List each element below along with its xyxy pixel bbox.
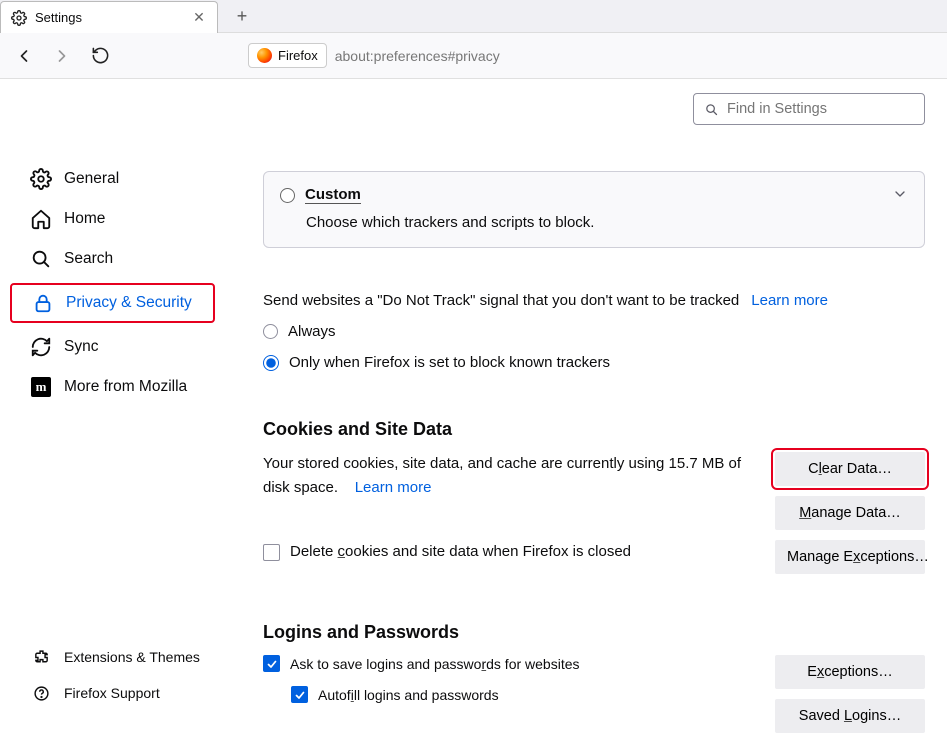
sidebar-item-search[interactable]: Search [10,239,245,279]
chevron-down-icon[interactable] [892,186,908,205]
radio-icon[interactable] [263,324,278,339]
search-icon [704,102,719,117]
sidebar-label: Privacy & Security [66,294,192,312]
autofill-logins[interactable]: Autofill logins and passwords [291,686,755,703]
logins-heading: Logins and Passwords [263,622,925,643]
sidebar-label: Sync [64,338,98,356]
settings-search[interactable] [693,93,925,125]
search-icon [30,248,52,270]
cookies-learn-link[interactable]: Learn more [355,479,432,496]
close-icon[interactable]: ✕ [191,9,207,26]
puzzle-icon [32,648,50,666]
settings-search-input[interactable] [727,101,914,117]
clear-data-button[interactable]: Clear Data… [775,452,925,486]
saved-logins-button[interactable]: Saved Logins… [775,699,925,733]
sidebar-label: More from Mozilla [64,378,187,396]
settings-sidebar: General Home Search Privacy & Security S… [0,79,245,721]
identity-chip[interactable]: Firefox [248,43,327,68]
url-bar[interactable]: Firefox about:preferences#privacy [248,40,500,72]
sidebar-item-privacy-security[interactable]: Privacy & Security [10,283,215,323]
custom-desc: Choose which trackers and scripts to blo… [306,214,884,231]
checkbox-label: Autofill logins and passwords [318,687,499,703]
identity-label: Firefox [278,48,318,63]
sidebar-item-more-mozilla[interactable]: m More from Mozilla [10,367,245,407]
radio-icon[interactable] [280,188,295,203]
tab-bar: Settings ✕ + [0,0,947,33]
home-icon [30,208,52,230]
sidebar-label: General [64,170,119,188]
browser-tab-settings[interactable]: Settings ✕ [0,1,218,33]
logins-exceptions-button[interactable]: Exceptions… [775,655,925,689]
checkbox-icon[interactable] [263,544,280,561]
checkbox-label: Delete cookies and site data when Firefo… [290,540,631,564]
dnt-always-option[interactable]: Always [263,323,925,340]
tab-title: Settings [35,10,183,25]
checkbox-checked-icon[interactable] [291,686,308,703]
sidebar-label: Firefox Support [64,685,160,701]
gear-icon [11,10,27,26]
cookies-heading: Cookies and Site Data [263,419,925,440]
gear-icon [30,168,52,190]
forward-icon[interactable] [52,46,72,66]
back-icon[interactable] [14,46,34,66]
new-tab-button[interactable]: + [228,6,256,27]
radio-icon[interactable] [263,355,279,371]
delete-cookies-on-close[interactable]: Delete cookies and site data when Firefo… [263,540,755,564]
dnt-text: Send websites a "Do Not Track" signal th… [263,292,739,309]
nav-toolbar: Firefox about:preferences#privacy [0,33,947,79]
help-icon [32,684,50,702]
url-text: about:preferences#privacy [335,48,500,64]
tracking-custom-card[interactable]: Custom Choose which trackers and scripts… [263,171,925,248]
sidebar-item-extensions[interactable]: Extensions & Themes [10,639,245,675]
sync-icon [30,336,52,358]
ask-save-logins[interactable]: Ask to save logins and passwords for web… [263,655,755,672]
sidebar-label: Search [64,250,113,268]
settings-content: Custom Choose which trackers and scripts… [245,79,947,721]
option-label: Only when Firefox is set to block known … [289,354,610,371]
sidebar-item-general[interactable]: General [10,159,245,199]
cookies-desc: Your stored cookies, site data, and cach… [263,455,741,496]
sidebar-item-support[interactable]: Firefox Support [10,675,245,711]
sidebar-label: Extensions & Themes [64,649,200,665]
dnt-only-option[interactable]: Only when Firefox is set to block known … [263,354,925,371]
custom-title: Custom [305,186,361,204]
firefox-icon [257,48,272,63]
sidebar-item-sync[interactable]: Sync [10,327,245,367]
dnt-learn-link[interactable]: Learn more [751,292,828,309]
sidebar-item-home[interactable]: Home [10,199,245,239]
lock-icon [32,292,54,314]
mozilla-icon: m [30,376,52,398]
checkbox-label: Ask to save logins and passwords for web… [290,656,580,672]
manage-exceptions-button[interactable]: Manage Exceptions… [775,540,925,574]
reload-icon[interactable] [90,46,110,66]
checkbox-checked-icon[interactable] [263,655,280,672]
option-label: Always [288,323,336,340]
sidebar-label: Home [64,210,105,228]
manage-data-button[interactable]: Manage Data… [775,496,925,530]
